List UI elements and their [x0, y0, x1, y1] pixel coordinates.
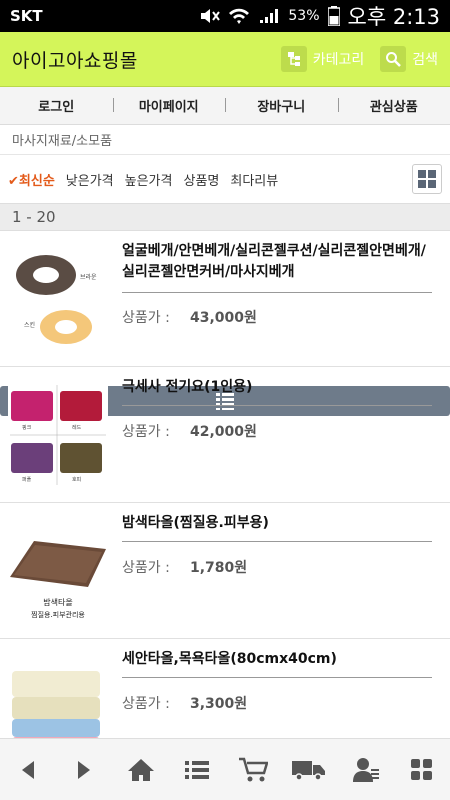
category-label: 카테고리 — [312, 52, 365, 68]
nav-my-page[interactable]: 마이페이지 — [112, 96, 226, 115]
delivery-truck-icon — [292, 760, 326, 781]
result-range: 1 - 20 — [0, 203, 450, 231]
price-value: 3,300원 — [190, 696, 248, 712]
back-arrow-icon — [22, 760, 35, 779]
price-label: 상품가 : — [122, 310, 170, 326]
check-icon: ✔ — [8, 173, 19, 189]
divider — [122, 405, 432, 406]
battery-icon — [327, 6, 340, 26]
wifi-icon — [229, 8, 250, 24]
view-toggle — [0, 164, 450, 416]
sort-high-price[interactable]: 높은가격 — [125, 170, 173, 189]
forward-arrow-icon — [78, 760, 91, 779]
svg-text:밤색타올: 밤색타올 — [43, 597, 72, 607]
divider — [122, 541, 432, 542]
list-item[interactable]: 밤색타올 찜질용.피부관리용 밤색타올(찜질용.피부용) 상품가 : 1,780원 — [0, 503, 450, 639]
search-label: 검색 — [412, 52, 438, 68]
grid-view-button[interactable] — [412, 164, 442, 194]
price-value: 42,000원 — [190, 424, 257, 440]
carrier-label: SKT — [10, 7, 43, 25]
bottom-toolbar — [0, 738, 450, 800]
menu-button[interactable] — [177, 750, 217, 790]
price-label: 상품가 : — [122, 560, 170, 576]
nav-wishlist[interactable]: 관심상품 — [337, 96, 450, 115]
home-icon — [127, 758, 154, 781]
product-image[interactable]: 브라운 스킨 — [8, 245, 108, 353]
delivery-button[interactable] — [289, 750, 329, 790]
svg-text:호피: 호피 — [72, 476, 81, 483]
back-button[interactable] — [8, 750, 48, 790]
product-price: 상품가 : 3,300원 — [122, 693, 247, 713]
cart-button[interactable] — [233, 750, 273, 790]
grid-menu-icon — [410, 758, 432, 780]
svg-text:퍼플: 퍼플 — [22, 476, 32, 483]
price-value: 1,780원 — [190, 560, 248, 576]
divider — [122, 677, 432, 678]
product-name[interactable]: 밤색타올(찜질용.피부용) — [122, 513, 438, 534]
cart-icon — [239, 757, 269, 781]
price-value: 43,000원 — [190, 310, 257, 326]
nav-login[interactable]: 로그인 — [0, 96, 113, 115]
home-button[interactable] — [121, 750, 161, 790]
product-price: 상품가 : 1,780원 — [122, 557, 247, 577]
nav-cart[interactable]: 장바구니 — [225, 96, 338, 115]
price-label: 상품가 : — [122, 424, 170, 440]
product-price: 상품가 : 43,000원 — [122, 307, 257, 327]
app-header: 아이고아쇼핑몰 카테고리 검색 — [0, 32, 450, 87]
list-item[interactable]: 핑크 레드 퍼플 호피 극세사 전기요(1인용) 상품가 : 42,000원 — [0, 367, 450, 503]
svg-text:스킨: 스킨 — [24, 321, 35, 329]
sort-name[interactable]: 상품명 — [183, 170, 219, 189]
grid-view-icon — [418, 170, 436, 188]
price-label: 상품가 : — [122, 696, 170, 712]
category-button[interactable]: 카테고리 — [280, 46, 365, 72]
top-nav: 로그인 마이페이지 장바구니 관심상품 — [0, 87, 450, 125]
shop-title[interactable]: 아이고아쇼핑몰 — [12, 46, 138, 73]
product-name[interactable]: 극세사 전기요(1인용) — [122, 377, 438, 398]
sort-low-price[interactable]: 낮은가격 — [66, 170, 114, 189]
category-icon — [280, 46, 307, 72]
search-button[interactable]: 검색 — [380, 46, 438, 72]
product-name[interactable]: 얼굴베개/안면베개/실리콘젤쿠션/실리콘젤안면베개/실리콘젤안면커버/마사지베개 — [122, 241, 438, 283]
signal-icon — [260, 9, 279, 23]
sort-bar: ✔최신순 낮은가격 높은가격 상품명 최다리뷰 — [0, 155, 450, 416]
svg-text:레드: 레드 — [72, 424, 82, 431]
more-menu-button[interactable] — [402, 750, 442, 790]
my-page-button[interactable] — [346, 750, 386, 790]
product-image[interactable]: 밤색타올 찜질용.피부관리용 — [8, 517, 108, 625]
product-image[interactable]: 핑크 레드 퍼플 호피 — [8, 381, 108, 489]
divider — [122, 292, 432, 293]
battery-percent: 53% — [288, 8, 320, 24]
sort-most-reviews[interactable]: 최다리뷰 — [230, 170, 278, 189]
svg-text:브라운: 브라운 — [80, 273, 97, 281]
status-bar: SKT 53% 오후 2:13 — [0, 0, 450, 32]
breadcrumb[interactable]: 마사지재료/소모품 — [0, 125, 450, 155]
product-list: 브라운 스킨 얼굴베개/안면베개/실리콘젤쿠션/실리콘젤안면베개/실리콘젤안면커… — [0, 231, 450, 775]
product-name[interactable]: 세안타올,목욕타올(80cmx40cm) — [122, 649, 438, 670]
product-price: 상품가 : 42,000원 — [122, 421, 257, 441]
sort-newest[interactable]: ✔최신순 — [8, 170, 55, 189]
svg-text:핑크: 핑크 — [22, 424, 32, 431]
menu-list-icon — [184, 760, 209, 779]
clock: 오후 2:13 — [347, 5, 440, 29]
forward-button[interactable] — [64, 750, 104, 790]
svg-text:찜질용.피부관리용: 찜질용.피부관리용 — [31, 610, 85, 619]
search-icon — [380, 46, 407, 72]
my-page-icon — [352, 757, 379, 782]
mute-icon — [201, 9, 221, 23]
list-item[interactable]: 브라운 스킨 얼굴베개/안면베개/실리콘젤쿠션/실리콘젤안면베개/실리콘젤안면커… — [0, 231, 450, 367]
